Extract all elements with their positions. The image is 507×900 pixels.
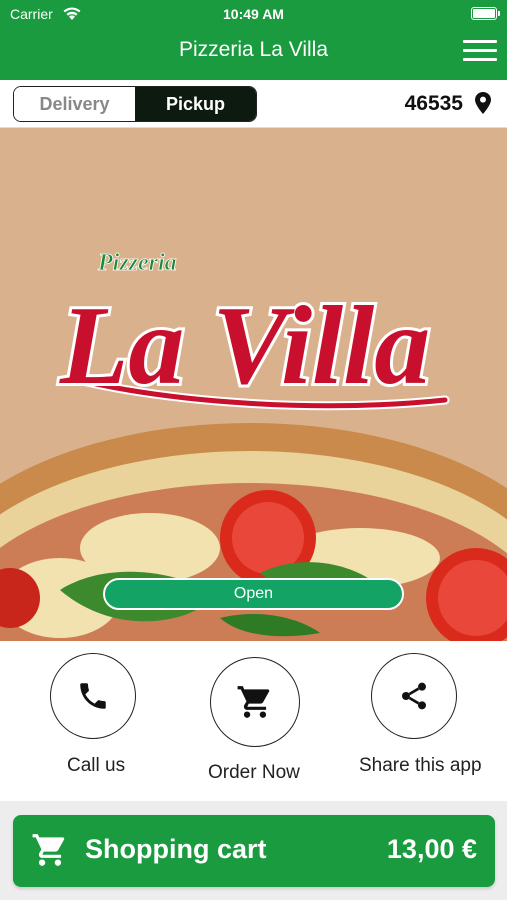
share-app-label: Share this app <box>359 755 482 776</box>
zip-code[interactable]: 46535 <box>405 92 463 116</box>
cart-icon <box>237 686 270 718</box>
logo-large-text: La Villa <box>59 284 430 408</box>
open-status-badge: Open <box>103 578 404 610</box>
hero-banner: Pizzeria La Villa Open <box>0 128 507 641</box>
logo-small-text: Pizzeria <box>97 250 177 276</box>
location-pin-icon[interactable] <box>475 92 491 114</box>
cart-total: 13,00 € <box>386 834 477 864</box>
call-us-circle[interactable] <box>50 653 136 739</box>
share-app-circle[interactable] <box>371 653 457 739</box>
delivery-pickup-toggle: Delivery Pickup <box>13 86 257 122</box>
action-panel: Call us Order Now Share this app <box>0 641 507 801</box>
page-title: Pizzeria La Villa <box>178 38 329 61</box>
top-bar: Carrier 10:49 AM Pizzeria La Villa <box>0 0 507 80</box>
battery-icon <box>471 7 500 20</box>
status-bar: Carrier 10:49 AM <box>0 0 507 26</box>
tab-pickup[interactable]: Pickup <box>135 87 256 121</box>
cart-icon <box>32 834 65 866</box>
mode-bar: Delivery Pickup 46535 <box>0 80 507 128</box>
share-icon <box>402 682 426 710</box>
call-us-label: Call us <box>67 755 126 776</box>
order-now-label: Order Now <box>208 762 300 783</box>
menu-icon[interactable] <box>463 38 497 64</box>
tab-delivery[interactable]: Delivery <box>14 87 135 121</box>
hero-illustration: Pizzeria La Villa <box>0 250 507 641</box>
phone-icon <box>80 683 106 709</box>
cart-label: Shopping cart <box>85 834 267 864</box>
order-now-circle[interactable] <box>210 657 300 747</box>
clock: 10:49 AM <box>223 6 284 22</box>
shopping-cart-button[interactable]: Shopping cart 13,00 € <box>13 815 495 887</box>
